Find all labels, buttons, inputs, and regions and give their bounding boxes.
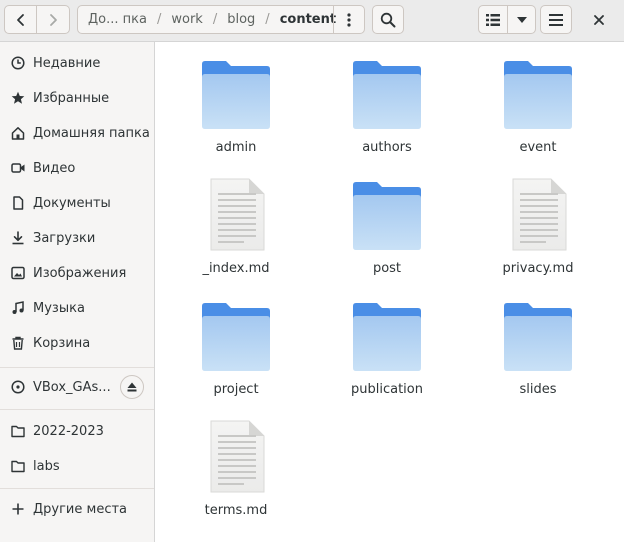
file-item[interactable]: privacy.md [478,177,598,287]
trash-icon [10,335,26,351]
sidebar-item-bookmark-labs[interactable]: labs [0,451,154,481]
folder-item[interactable]: admin [176,56,296,166]
sidebar-item-label: labs [33,458,60,474]
file-manager-window: До... пка / work / blog / content Недавн… [0,0,624,542]
file-item[interactable]: terms.md [176,419,296,529]
sidebar-item-pictures[interactable]: Изображения [0,258,154,288]
sidebar-item-label: 2022-2023 [33,423,104,439]
download-icon [10,230,26,246]
sidebar-item-documents[interactable]: Документы [0,188,154,218]
close-icon [594,14,604,25]
list-view-button[interactable] [478,5,508,34]
folder-icon [500,56,576,132]
image-icon [10,265,26,281]
sidebar-item-downloads[interactable]: Загрузки [0,223,154,253]
text-file-icon [500,177,576,253]
main-menu-button[interactable] [540,5,572,34]
eject-button[interactable] [120,375,144,399]
sidebar-item-bookmark-2022-2023[interactable]: 2022-2023 [0,416,154,446]
sidebar-separator [0,367,154,368]
text-file-icon [198,419,274,495]
sidebar-item-home[interactable]: Домашняя папка [0,118,154,148]
eject-icon [127,382,137,392]
sidebar-item-label: Видео [33,160,76,176]
close-button[interactable] [584,5,614,34]
file-grid: admin authors event _index.md post privacy.md… [156,42,624,542]
path-crumb-parent[interactable]: До... пка [78,12,157,27]
file-name: event [519,140,557,155]
file-name: _index.md [202,261,270,276]
sidebar-item-label: Другие места [33,501,128,517]
file-name: publication [351,382,423,397]
sidebar-item-label: Музыка [33,300,85,316]
sidebar-item-label: Избранные [33,90,110,106]
folder-item[interactable]: project [176,298,296,408]
file-name: terms.md [204,503,268,518]
star-icon [10,90,26,106]
folder-icon [10,423,26,439]
text-file-icon [198,177,274,253]
folder-item[interactable]: publication [327,298,447,408]
folder-item[interactable]: slides [478,298,598,408]
folder-item[interactable]: authors [327,56,447,166]
go-next-icon [50,13,57,26]
sidebar: Недавние Избранные Домашняя папка Видео … [0,42,155,542]
plus-icon [10,501,26,517]
view-more-icon [347,12,351,27]
sidebar-item-label: Загрузки [33,230,96,246]
folder-item[interactable]: post [327,177,447,287]
go-previous-icon [16,13,24,26]
open-menu-icon [549,13,563,26]
file-name: admin [215,140,257,155]
folder-icon [500,298,576,374]
file-name: privacy.md [502,261,574,276]
sidebar-item-trash[interactable]: Корзина [0,328,154,358]
path-crumb-work[interactable]: work [161,12,212,27]
sidebar-item-starred[interactable]: Избранные [0,83,154,113]
search-icon [380,12,396,27]
sidebar-item-music[interactable]: Музыка [0,293,154,323]
sidebar-item-label: Недавние [33,55,101,71]
path-menu-button[interactable] [333,5,364,34]
file-item[interactable]: _index.md [176,177,296,287]
headerbar: До... пка / work / blog / content [0,0,624,42]
home-icon [10,125,26,141]
view-buttons [478,5,536,34]
sidebar-item-video[interactable]: Видео [0,153,154,183]
sidebar-separator [0,488,154,489]
folder-icon [349,298,425,374]
music-icon [10,300,26,316]
sidebar-item-label: VBox_GAs... [33,379,111,395]
file-name: slides [519,382,557,397]
folder-item[interactable]: event [478,56,598,166]
sidebar-item-label: Домашняя папка [33,125,150,141]
sidebar-item-label: Изображения [33,265,127,281]
video-icon [10,160,26,176]
path-bar: До... пка / work / blog / content [77,5,365,34]
sidebar-item-label: Корзина [33,335,91,351]
chevron-down-icon [516,16,527,23]
document-icon [10,195,26,211]
file-name: project [213,382,259,397]
folder-icon [349,56,425,132]
sidebar-item-recent[interactable]: Недавние [0,48,154,78]
sidebar-item-other-locations[interactable]: Другие места [0,494,154,524]
disc-icon [10,379,26,395]
sidebar-item-label: Документы [33,195,111,211]
folder-icon [10,458,26,474]
back-button[interactable] [4,5,37,34]
folder-icon [349,177,425,253]
forward-button[interactable] [37,5,70,34]
navigation-buttons [4,5,70,34]
view-list-icon [486,13,500,26]
search-button[interactable] [372,5,404,34]
file-name: post [372,261,402,276]
view-options-button[interactable] [508,5,536,34]
recent-icon [10,55,26,71]
path-crumb-blog[interactable]: blog [217,12,265,27]
file-name: authors [362,140,412,155]
folder-icon [198,56,274,132]
folder-icon [198,298,274,374]
sidebar-separator [0,409,154,410]
